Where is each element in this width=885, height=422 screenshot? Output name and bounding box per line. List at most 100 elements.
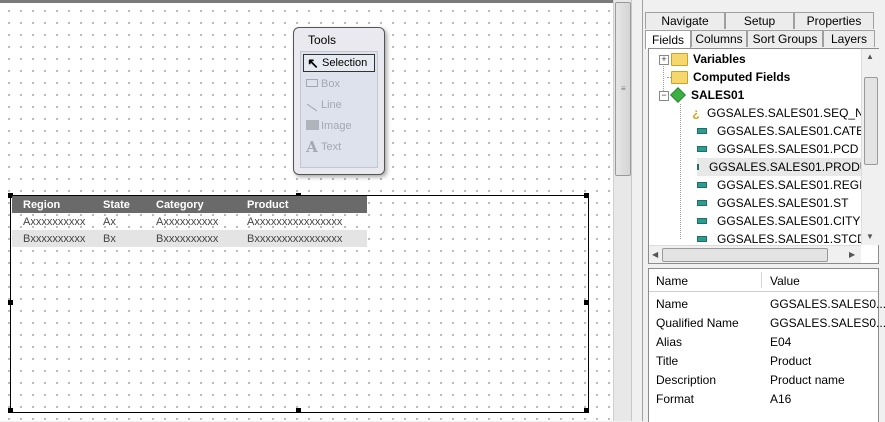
- tree-field-seq-no[interactable]: ¿ GGSALES.SALES01.SEQ_NO: [689, 104, 861, 122]
- scroll-down-icon[interactable]: ▼: [866, 232, 874, 241]
- property-name: Format: [656, 392, 695, 406]
- cell-product: Axxxxxxxxxxxxxxxx: [247, 215, 343, 228]
- resize-handle-middle-left[interactable]: [8, 300, 13, 305]
- tree-field-pcd[interactable]: GGSALES.SALES01.PCD: [697, 140, 858, 158]
- tool-line[interactable]: Line: [303, 96, 375, 114]
- property-row[interactable]: Alias E04: [649, 332, 878, 351]
- line-icon: [303, 99, 321, 112]
- property-value: A16: [770, 392, 792, 406]
- field-icon: [697, 146, 707, 152]
- tree-vertical-scrollbar[interactable]: ▲ ▼: [861, 49, 879, 245]
- tab-columns[interactable]: Columns: [691, 30, 747, 47]
- report-header-row: Region State Category Product: [12, 196, 367, 213]
- tools-list: ↖ Selection Box Line Image A Text: [300, 51, 378, 168]
- tree-node-variables[interactable]: Variables: [671, 50, 746, 68]
- fields-tree-panel[interactable]: + Variables Computed Fields − SALES01 ¿ …: [648, 48, 879, 264]
- cell-state: Bx: [103, 232, 116, 245]
- tool-label: Text: [321, 141, 342, 153]
- scroll-up-icon[interactable]: ▲: [866, 52, 874, 61]
- arrow-pointer-icon: ↖: [307, 54, 319, 71]
- grip-icon: ≡: [621, 84, 626, 93]
- tools-palette[interactable]: Tools ↖ Selection Box Line Image A Text: [293, 27, 385, 175]
- tab-row-bottom: Fields Columns Sort Groups Layers: [645, 30, 875, 49]
- tree-node-computed-fields[interactable]: Computed Fields: [671, 68, 790, 86]
- fields-tree[interactable]: + Variables Computed Fields − SALES01 ¿ …: [649, 49, 861, 245]
- key-icon: ¿: [692, 106, 700, 120]
- expand-toggle[interactable]: +: [659, 55, 669, 65]
- scrollbar-thumb[interactable]: [864, 77, 878, 165]
- field-icon: [697, 164, 699, 170]
- tree-field-st[interactable]: GGSALES.SALES01.ST: [697, 194, 848, 212]
- tab-fields[interactable]: Fields: [645, 30, 691, 49]
- folder-icon: [671, 52, 688, 66]
- tab-setup[interactable]: Setup: [725, 12, 794, 29]
- property-name: Title: [656, 354, 679, 368]
- tool-image[interactable]: Image: [303, 117, 375, 135]
- collapse-toggle[interactable]: −: [659, 91, 669, 101]
- property-row[interactable]: Qualified Name GGSALES.SALES0...: [649, 313, 885, 332]
- tab-navigate[interactable]: Navigate: [645, 12, 725, 29]
- resize-handle-bottom-left[interactable]: [8, 408, 13, 413]
- property-value: GGSALES.SALES0...: [770, 316, 885, 330]
- tree-horizontal-scrollbar[interactable]: ◀ ▶: [649, 245, 861, 263]
- tool-box[interactable]: Box: [303, 75, 375, 93]
- property-row[interactable]: Description Product name: [649, 370, 878, 389]
- field-icon: [697, 128, 707, 134]
- header-state: State: [103, 198, 130, 211]
- resize-handle-bottom-middle[interactable]: [296, 408, 301, 413]
- tab-layers[interactable]: Layers: [823, 30, 875, 47]
- property-row[interactable]: Title Product: [649, 351, 878, 370]
- cell-category: Bxxxxxxxxxx: [156, 232, 219, 245]
- property-value: Product: [770, 354, 812, 368]
- scrollbar-thumb[interactable]: [662, 248, 828, 262]
- properties-grid[interactable]: Name Value Name GGSALES.SALES0... Qualif…: [648, 268, 885, 422]
- cell-region: Axxxxxxxxxx: [23, 215, 86, 228]
- box-icon: [303, 78, 321, 90]
- property-value: GGSALES.SALES0...: [770, 297, 885, 311]
- tree-field-city[interactable]: GGSALES.SALES01.CITY: [697, 212, 860, 230]
- tools-title: Tools: [308, 33, 337, 47]
- tree-field-stcd[interactable]: GGSALES.SALES01.STCD: [697, 230, 861, 245]
- tab-row-top: Navigate Setup Properties: [645, 12, 874, 30]
- cell-state: Ax: [103, 215, 116, 228]
- tab-properties[interactable]: Properties: [794, 12, 874, 29]
- report-table[interactable]: Region State Category Product Axxxxxxxxx…: [12, 196, 367, 247]
- tree-field-category[interactable]: GGSALES.SALES01.CATEGORY: [697, 122, 861, 140]
- scroll-right-icon[interactable]: ▶: [849, 250, 855, 259]
- resize-handle-middle-right[interactable]: [584, 300, 589, 305]
- text-icon: A: [306, 138, 318, 156]
- tab-sort-groups[interactable]: Sort Groups: [747, 30, 823, 47]
- field-icon: [697, 200, 707, 206]
- tool-label: Image: [321, 120, 352, 132]
- property-value: E04: [770, 335, 792, 349]
- cell-region: Bxxxxxxxxxx: [23, 232, 86, 245]
- tree-field-product[interactable]: GGSALES.SALES01.PRODUCT: [697, 158, 861, 176]
- property-row[interactable]: Format A16: [649, 389, 878, 408]
- property-value: Product name: [770, 373, 845, 387]
- column-divider[interactable]: [761, 272, 762, 288]
- panel-splitter[interactable]: [631, 0, 643, 421]
- scroll-left-icon[interactable]: ◀: [652, 250, 658, 259]
- folder-icon: [671, 70, 688, 84]
- property-name: Qualified Name: [656, 316, 739, 330]
- canvas-vertical-scrollbar[interactable]: ≡: [613, 0, 631, 421]
- resize-handle-bottom-right[interactable]: [584, 408, 589, 413]
- column-name-header: Name: [656, 274, 689, 288]
- tool-selection[interactable]: ↖ Selection: [303, 54, 375, 72]
- tool-label: Line: [321, 99, 342, 111]
- scrollbar-thumb[interactable]: ≡: [615, 2, 631, 176]
- tool-text[interactable]: A Text: [303, 138, 375, 156]
- report-row: Axxxxxxxxxx Ax Axxxxxxxxxx Axxxxxxxxxxxx…: [12, 213, 367, 230]
- tree-node-sales01[interactable]: SALES01: [670, 86, 744, 104]
- column-value-header: Value: [770, 274, 800, 288]
- tree-connector: [680, 104, 681, 239]
- tree-field-region[interactable]: GGSALES.SALES01.REGION: [697, 176, 861, 194]
- header-region: Region: [23, 198, 61, 211]
- tool-label: Box: [321, 78, 340, 90]
- resize-handle-top-right[interactable]: [584, 193, 589, 198]
- field-icon: [697, 236, 707, 242]
- report-row: Bxxxxxxxxxx Bx Bxxxxxxxxxx Bxxxxxxxxxxxx…: [12, 230, 367, 247]
- property-row[interactable]: Name GGSALES.SALES0...: [649, 294, 885, 313]
- cell-product: Bxxxxxxxxxxxxxxxx: [247, 232, 343, 245]
- property-name: Alias: [656, 335, 683, 349]
